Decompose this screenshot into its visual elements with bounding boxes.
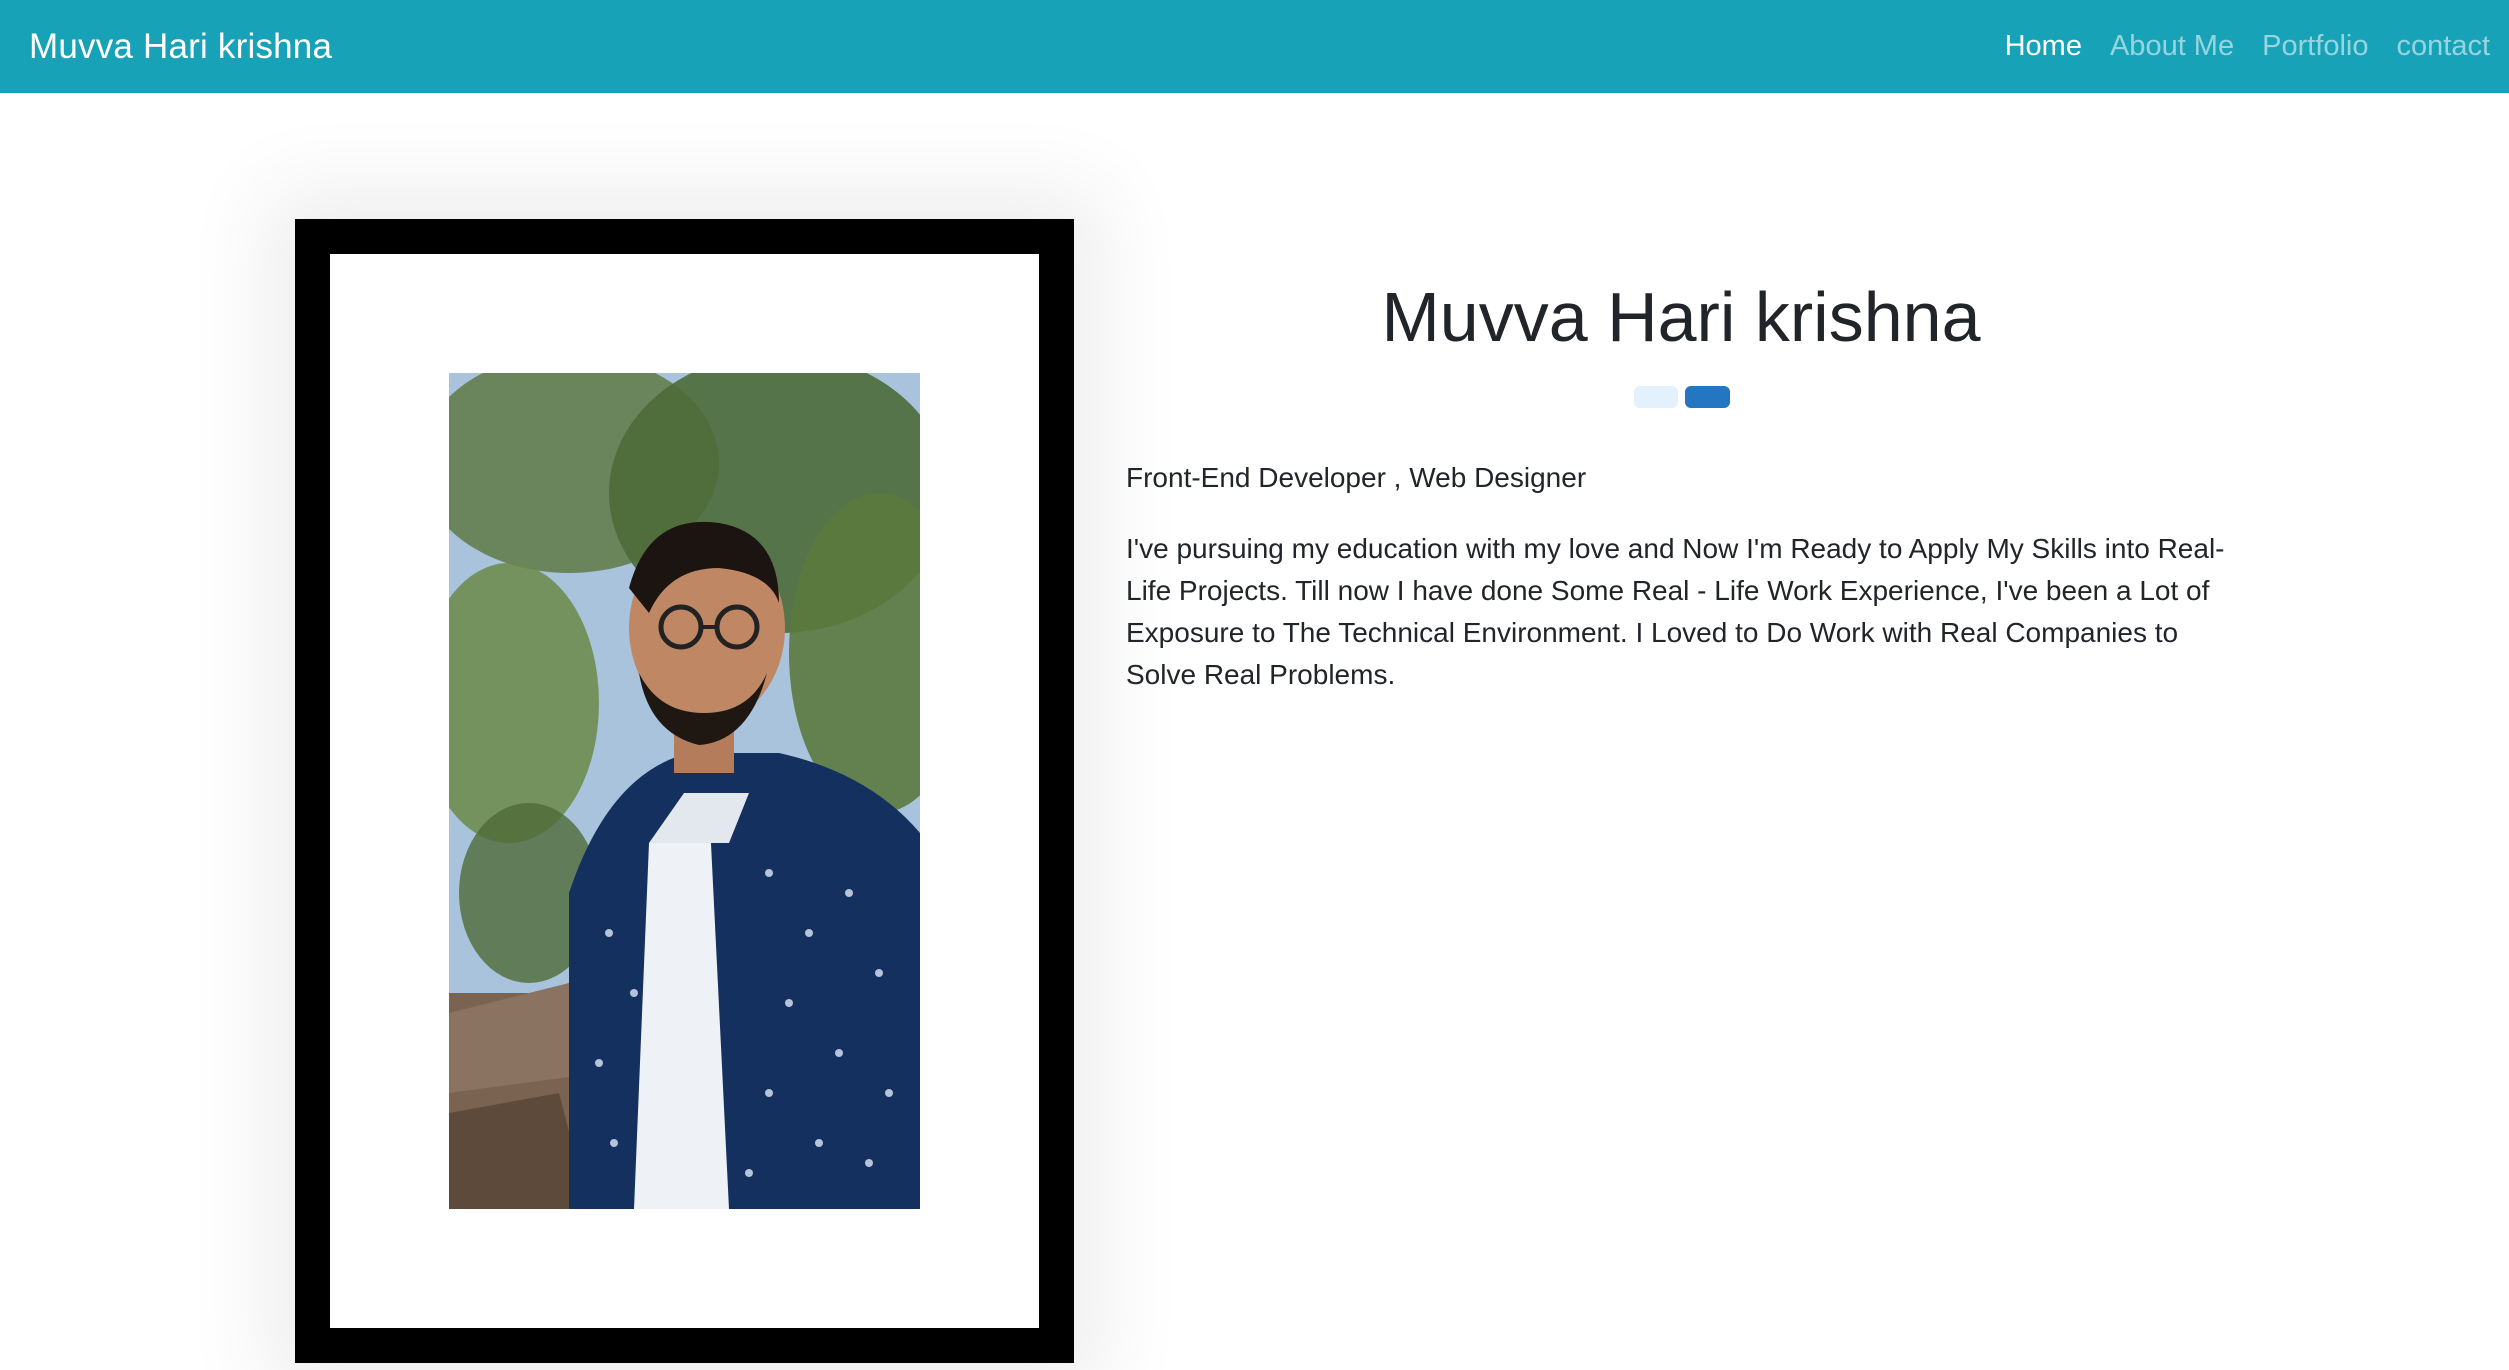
photo-mat <box>330 254 1039 1328</box>
profile-photo <box>449 373 920 1209</box>
profile-bio: I've pursuing my education with my love … <box>1126 533 2225 690</box>
profile-role: Front-End Developer , Web Designer <box>1126 462 1587 493</box>
nav-links: Home About Me Portfolio contact <box>1977 30 2490 63</box>
divider-dash-light <box>1634 386 1678 408</box>
navbar: Muvva Hari krishna Home About Me Portfol… <box>0 0 2509 93</box>
profile-name: Muvva Hari krishna <box>1381 278 1981 356</box>
nav-link-contact[interactable]: contact <box>2397 30 2491 63</box>
title-divider <box>1634 386 1730 410</box>
nav-link-home[interactable]: Home <box>2005 30 2082 63</box>
photo-frame <box>295 219 1074 1363</box>
profile-photo-illustration <box>449 373 920 1209</box>
nav-link-about-me[interactable]: About Me <box>2110 30 2234 63</box>
nav-link-portfolio[interactable]: Portfolio <box>2262 30 2368 63</box>
divider-dash-dark <box>1685 386 1730 408</box>
brand-link[interactable]: Muvva Hari krishna <box>29 27 332 67</box>
